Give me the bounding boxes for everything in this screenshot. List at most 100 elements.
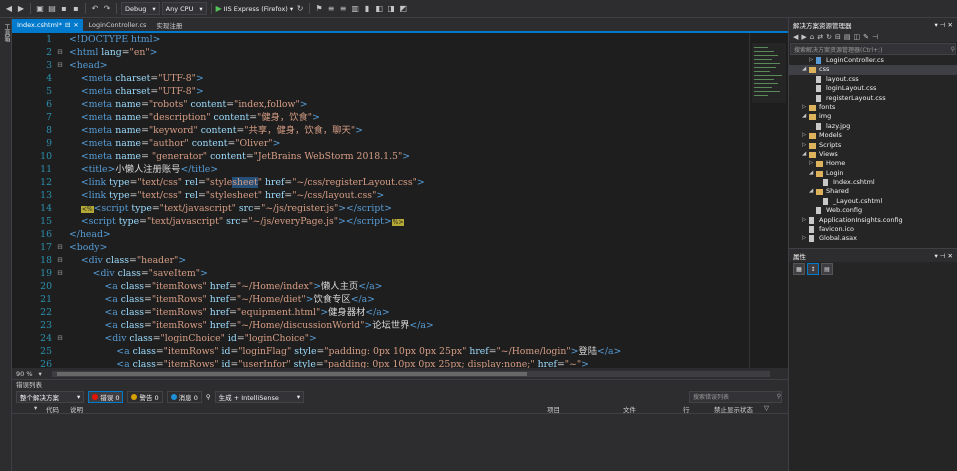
collapsed-arrow-icon[interactable]: ▷	[802, 103, 806, 112]
forward-icon[interactable]: ▶	[801, 33, 806, 41]
categorized-icon[interactable]: ▦	[793, 263, 805, 275]
code-line[interactable]: 25 <a class="itemRows" id="loginFlag" st…	[12, 345, 749, 358]
collapsed-arrow-icon[interactable]: ▷	[809, 159, 813, 168]
collapsed-arrow-icon[interactable]: ▷	[809, 56, 813, 65]
tree-item[interactable]: favicon.ico	[789, 225, 957, 234]
column-project[interactable]: 项目	[547, 404, 560, 414]
warnings-filter-button[interactable]: 警告 0	[127, 390, 163, 403]
build-select[interactable]: 生成 + IntelliSense ▾	[214, 390, 305, 403]
column-desc[interactable]: 说明	[70, 404, 83, 414]
platform-select[interactable]: Any CPU ▾	[161, 2, 207, 15]
code-line[interactable]: 11 <title>小懒人注册账号</title>	[12, 163, 749, 176]
tree-item[interactable]: ◢ Login	[789, 169, 957, 178]
view-icon[interactable]: ◫	[853, 33, 860, 41]
fold-minus-icon[interactable]: ⊟	[57, 332, 65, 345]
code-line[interactable]: 16 </head>	[12, 228, 749, 241]
bookmark-clear-icon[interactable]: ◩	[398, 4, 408, 14]
errors-filter-button[interactable]: 错误 0	[88, 390, 124, 403]
tab-register[interactable]: 实现注册	[151, 19, 187, 31]
home-icon[interactable]: ⌂	[810, 33, 814, 41]
collapsed-arrow-icon[interactable]: ▷	[802, 141, 806, 150]
filter-icon[interactable]: ▽	[764, 404, 769, 412]
collapsed-arrow-icon[interactable]: ▷	[802, 234, 806, 243]
code-line[interactable]: 18 ⊟ <div class="header">	[12, 254, 749, 267]
code-line[interactable]: 7 <meta name="description" content="健身，饮…	[12, 111, 749, 124]
code-line[interactable]: 4 <meta charset="UTF-8">	[12, 72, 749, 85]
new-file-icon[interactable]: ▣	[35, 4, 45, 14]
collapsed-arrow-icon[interactable]: ▷	[802, 216, 806, 225]
code-line[interactable]: 20 <a class="itemRows" href="~/Home/inde…	[12, 280, 749, 293]
save-all-icon[interactable]: ▪	[71, 4, 81, 14]
code-line[interactable]: 1 <!DOCTYPE html>	[12, 33, 749, 46]
refresh-icon[interactable]: ↻	[826, 33, 832, 41]
fold-minus-icon[interactable]: ⊟	[57, 267, 65, 280]
chevron-down-icon[interactable]: ▾	[934, 21, 937, 29]
redo-icon[interactable]: ↷	[102, 4, 112, 14]
column-suppress[interactable]: 禁止显示状态	[714, 404, 753, 414]
code-line[interactable]: 14 <%<script type="text/javascript" src=…	[12, 202, 749, 215]
preview-icon[interactable]: ⊣	[872, 33, 878, 41]
code-line[interactable]: 5 <meta charset="UTF-8">	[12, 85, 749, 98]
scope-select[interactable]: 整个解决方案 ▾	[16, 390, 85, 403]
pin-icon[interactable]: ⊣	[940, 21, 946, 29]
editor-vertical-scrollbar[interactable]	[749, 33, 788, 368]
save-icon[interactable]: ▪	[59, 4, 69, 14]
back-icon[interactable]: ◀	[4, 4, 14, 14]
code-line[interactable]: 15 <script type="text/javascript" src="~…	[12, 215, 749, 228]
close-icon[interactable]: ✕	[948, 252, 953, 260]
error-search-input[interactable]: 搜索错误列表 ⚲	[689, 390, 782, 403]
tree-item[interactable]: ▷ Scripts	[789, 141, 957, 150]
messages-filter-button[interactable]: 消息 0	[166, 390, 202, 403]
close-icon[interactable]: ✕	[73, 22, 78, 29]
code-line[interactable]: 10 <meta name= "generator" content="JetB…	[12, 150, 749, 163]
tree-item[interactable]: lazy.jpg	[789, 122, 957, 131]
bookmark-icon[interactable]: ▮	[362, 4, 372, 14]
column-code[interactable]: 代码	[46, 404, 59, 414]
expanded-arrow-icon[interactable]: ◢	[802, 112, 806, 121]
code-line[interactable]: 24 ⊟ <div class="loginChoice" id="loginCh…	[12, 332, 749, 345]
fold-minus-icon[interactable]: ⊟	[57, 46, 65, 59]
property-pages-icon[interactable]: ▤	[821, 263, 833, 275]
pin-icon[interactable]: ⊣	[940, 252, 946, 260]
chevron-down-icon[interactable]: ▾	[934, 252, 937, 260]
expanded-arrow-icon[interactable]: ◢	[802, 65, 806, 74]
expanded-arrow-icon[interactable]: ◢	[809, 169, 813, 178]
bookmark-prev-icon[interactable]: ◧	[374, 4, 384, 14]
fold-minus-icon[interactable]: ⊟	[57, 241, 65, 254]
fold-minus-icon[interactable]: ⊟	[57, 59, 65, 72]
chevron-down-icon[interactable]: ▾	[39, 370, 42, 378]
code-line[interactable]: 9 <meta name="author" content="Oliver">	[12, 137, 749, 150]
step-icon[interactable]: ≡	[326, 4, 336, 14]
tree-item[interactable]: ▷ Global.asax	[789, 234, 957, 243]
code-editor[interactable]: 1 <!DOCTYPE html> 2 ⊟ <html lang="en"> 3 ⊟ <h…	[12, 33, 749, 368]
tree-item[interactable]: _Layout.cshtml	[789, 197, 957, 206]
code-line[interactable]: 2 ⊟ <html lang="en">	[12, 46, 749, 59]
bookmark-next-icon[interactable]: ◨	[386, 4, 396, 14]
code-line[interactable]: 23 <a class="itemRows" href="~/Home/disc…	[12, 319, 749, 332]
tree-item[interactable]: ▷ Models	[789, 131, 957, 140]
tree-item[interactable]: registerLayout.css	[789, 94, 957, 103]
config-select[interactable]: Debug ▾	[121, 2, 160, 15]
tree-item[interactable]: ◢ img	[789, 112, 957, 121]
alphabetical-icon[interactable]: ↕	[807, 263, 819, 275]
step-over-icon[interactable]: ≡	[338, 4, 348, 14]
zoom-level[interactable]: 90 %	[16, 370, 33, 378]
toolbox-tab[interactable]: 工具箱	[2, 24, 11, 42]
code-line[interactable]: 6 <meta name="robots" content="index,fol…	[12, 98, 749, 111]
code-line[interactable]: 12 <link type="text/css" rel="stylesheet…	[12, 176, 749, 189]
horizontal-scrollbar[interactable]	[51, 370, 770, 377]
tree-item[interactable]: ◢ Views	[789, 150, 957, 159]
solution-search-input[interactable]: 搜索解决方案资源管理器(Ctrl+;) ⚲	[790, 43, 956, 55]
tab-index-cshtml[interactable]: Index.cshtml* ⊟ ✕	[12, 19, 84, 31]
tree-item[interactable]: Index.cshtml	[789, 178, 957, 187]
refresh-icon[interactable]: ↻	[295, 4, 305, 14]
code-line[interactable]: 13 <link type="text/css" rel="stylesheet…	[12, 189, 749, 202]
fold-minus-icon[interactable]: ⊟	[57, 254, 65, 267]
layout-icon[interactable]: ▥	[350, 4, 360, 14]
expanded-arrow-icon[interactable]: ◢	[802, 150, 806, 159]
tab-login-controller[interactable]: LoginController.cs	[83, 19, 151, 31]
tree-item[interactable]: ▷ LoginController.cs	[789, 56, 957, 65]
back-icon[interactable]: ◀	[793, 33, 798, 41]
code-line[interactable]: 21 <a class="itemRows" href="~/Home/diet…	[12, 293, 749, 306]
tree-item[interactable]: Web.config	[789, 206, 957, 215]
